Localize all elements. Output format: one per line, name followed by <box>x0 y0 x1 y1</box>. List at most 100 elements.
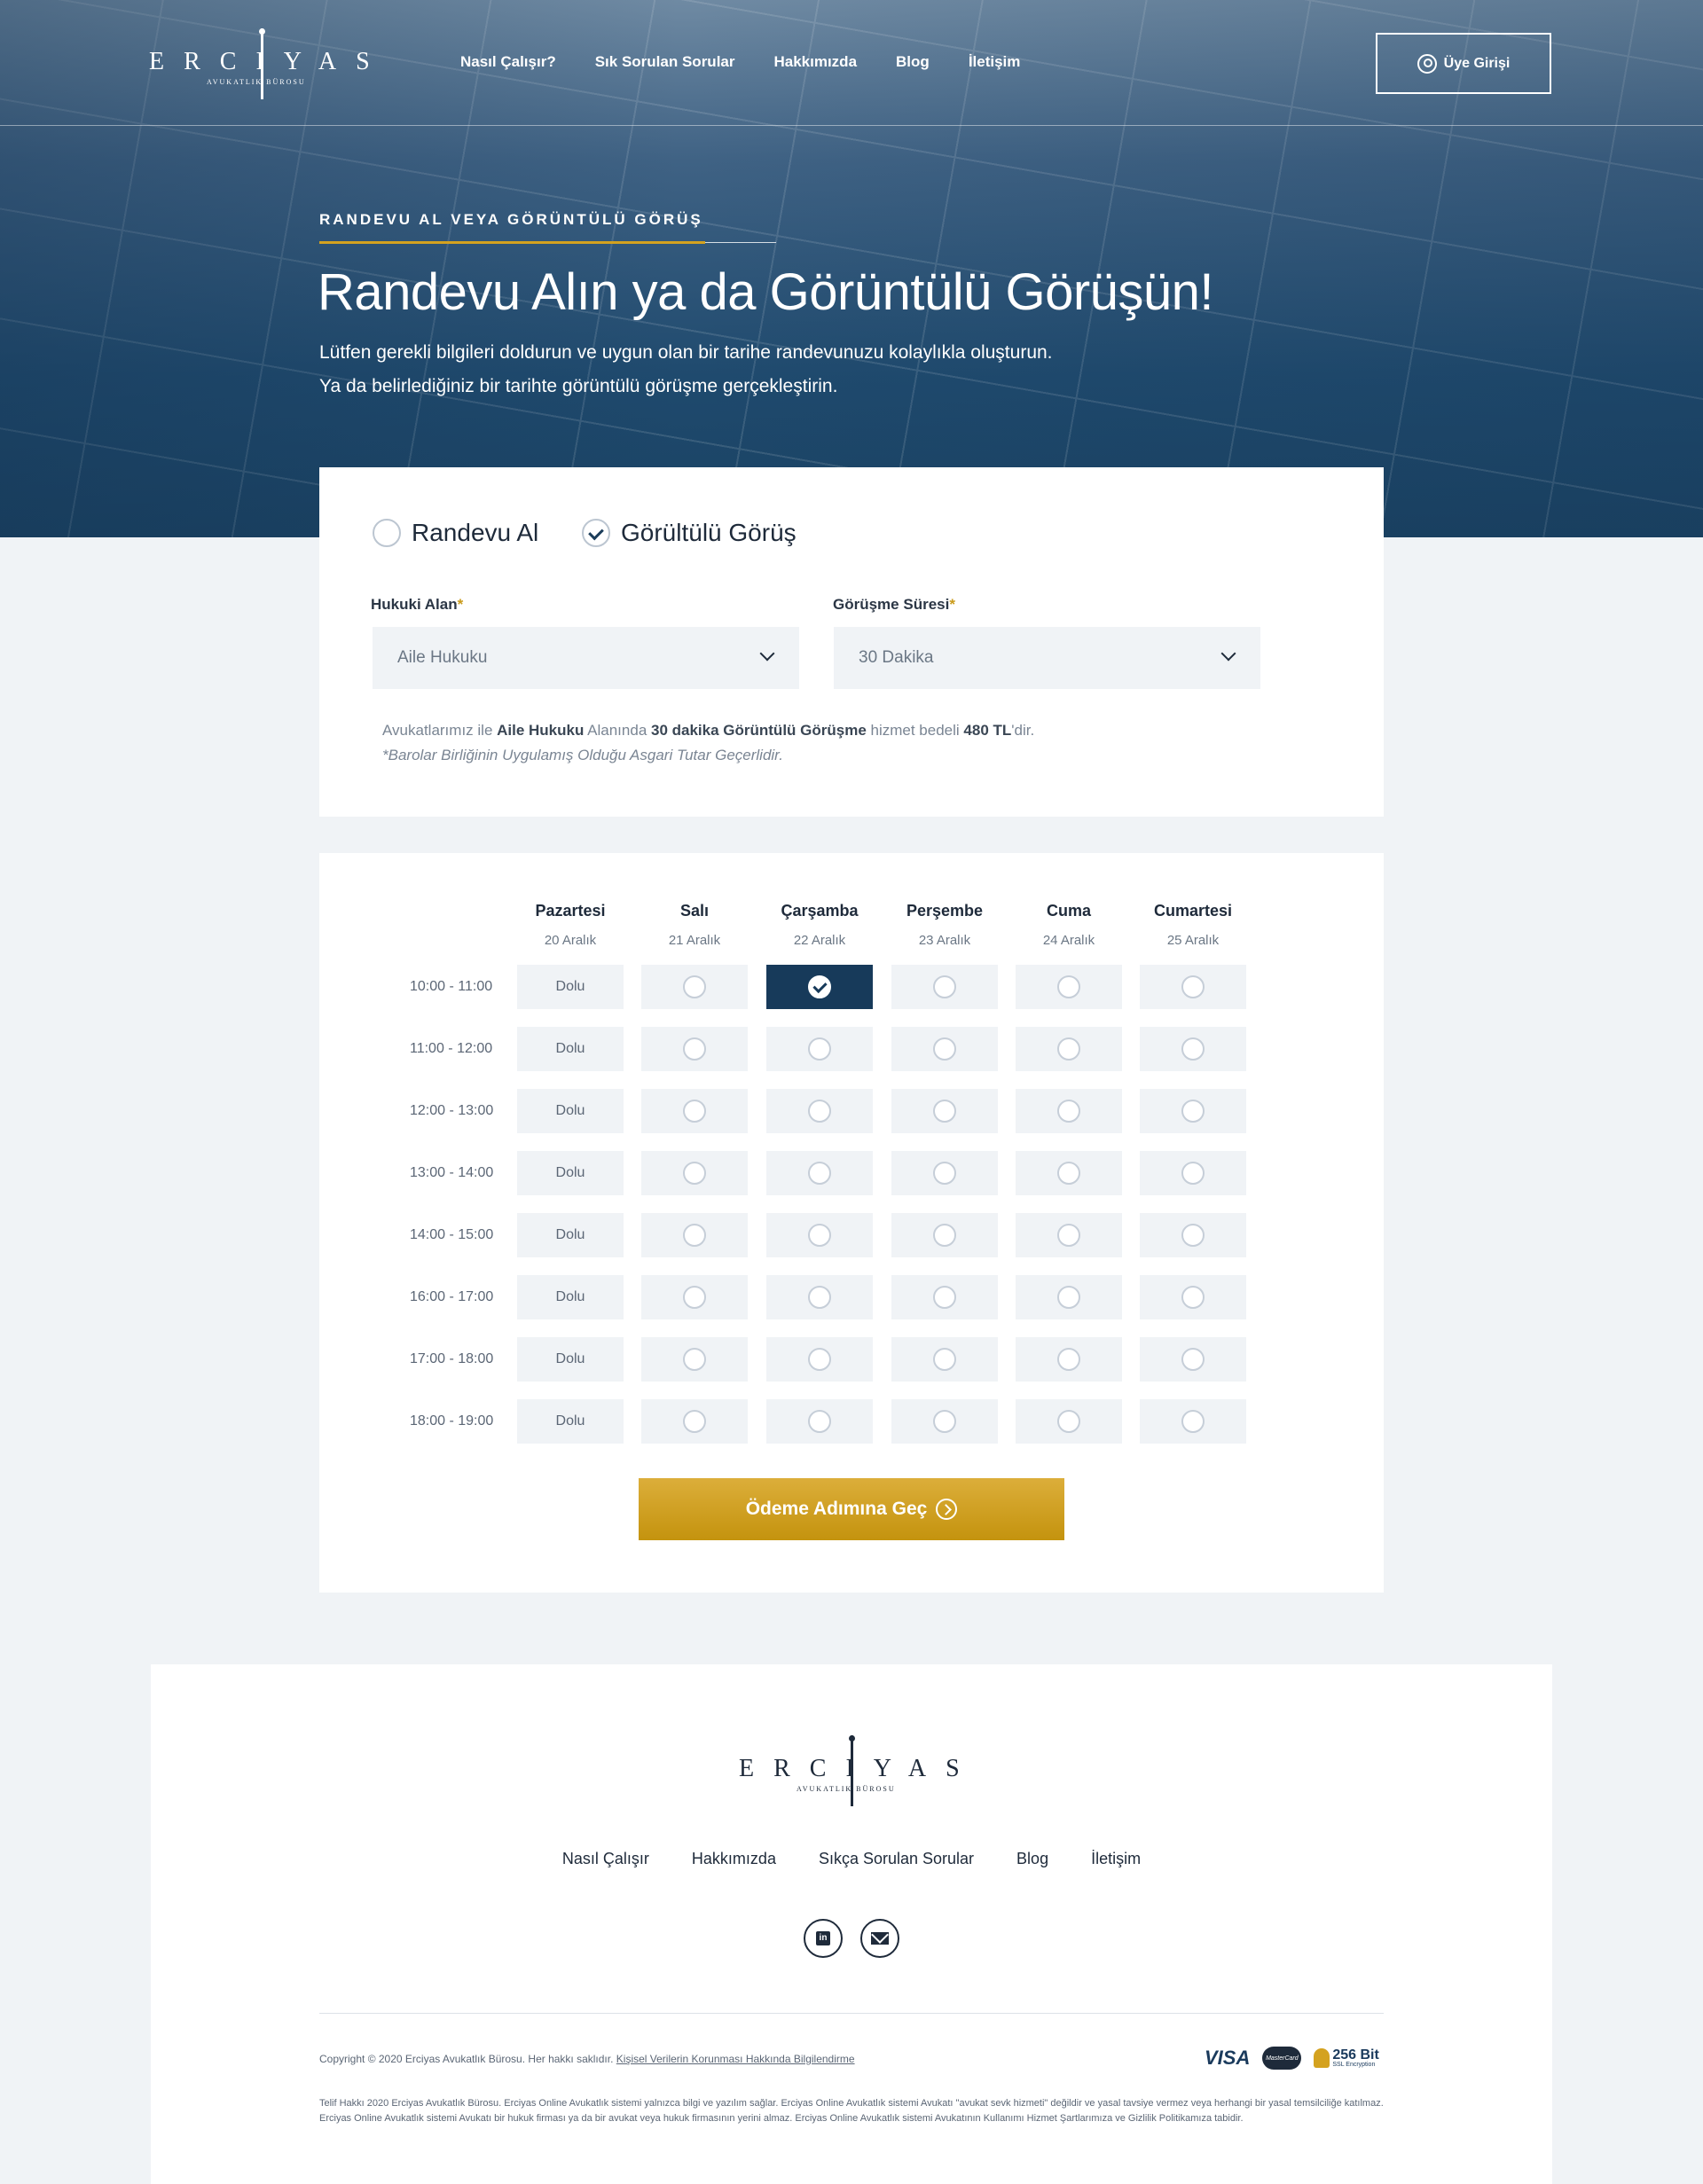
slot-available[interactable] <box>891 1027 998 1071</box>
slot-available[interactable] <box>766 1151 873 1195</box>
slot-full-label: Dolu <box>555 979 585 994</box>
duration-label: Görüşme Süresi* <box>833 596 955 613</box>
slot-available[interactable] <box>1140 1213 1246 1257</box>
time-slot-label: 17:00 - 18:00 <box>410 1351 494 1366</box>
duration-value: 30 Dakika <box>859 648 934 667</box>
radio-circle-icon <box>933 1348 956 1371</box>
nav-item-blog[interactable]: Blog <box>896 53 930 71</box>
radio-circle-icon <box>683 1037 706 1061</box>
logo-subtitle: AVUKATLIK BÜROSU <box>207 78 306 86</box>
day-header-date: 25 Aralık <box>1166 933 1220 948</box>
footer-logo-subtitle: AVUKATLIK BÜROSU <box>797 1785 896 1793</box>
logo[interactable]: ERCIYAS AVUKATLIK BÜROSU <box>149 28 380 99</box>
footer-link-faq[interactable]: Sıkça Sorulan Sorular <box>819 1850 974 1868</box>
time-slot-label: 13:00 - 14:00 <box>410 1165 494 1180</box>
slot-available[interactable] <box>766 1213 873 1257</box>
slot-available[interactable] <box>1140 965 1246 1009</box>
time-slot-label: 11:00 - 12:00 <box>410 1041 493 1056</box>
slot-selected[interactable] <box>766 965 873 1009</box>
slot-available[interactable] <box>1016 1337 1122 1382</box>
member-login-button[interactable]: Üye Girişi <box>1376 33 1551 94</box>
linkedin-button[interactable]: in <box>804 1919 843 1958</box>
footer-link-how-it-works[interactable]: Nasıl Çalışır <box>562 1850 649 1868</box>
slot-available[interactable] <box>891 1089 998 1133</box>
radio-circle-icon <box>1181 1348 1205 1371</box>
slot-full: Dolu <box>517 1027 624 1071</box>
radio-circle-icon <box>683 1410 706 1433</box>
slot-full-label: Dolu <box>555 1041 585 1056</box>
slot-available[interactable] <box>1016 1151 1122 1195</box>
slot-available[interactable] <box>1016 1089 1122 1133</box>
footer-link-about[interactable]: Hakkımızda <box>692 1850 776 1868</box>
nav-item-contact[interactable]: İletişim <box>969 53 1021 71</box>
nav-item-about[interactable]: Hakkımızda <box>773 53 857 71</box>
slot-full-label: Dolu <box>555 1103 585 1118</box>
payment-badges: VISA MasterCard 256 Bit SSL Encryption <box>1205 2047 1379 2070</box>
privacy-link[interactable]: Kişisel Verilerin Korunması Hakkında Bil… <box>616 2053 855 2065</box>
slot-available[interactable] <box>891 1275 998 1319</box>
slot-available[interactable] <box>641 1089 748 1133</box>
slot-available[interactable] <box>1016 965 1122 1009</box>
radio-circle-icon <box>933 1162 956 1185</box>
slot-available[interactable] <box>1140 1027 1246 1071</box>
footer: ERCIYAS AVUKATLIK BÜROSU Nasıl Çalışır H… <box>151 1664 1552 2184</box>
slot-available[interactable] <box>1016 1399 1122 1444</box>
slot-available[interactable] <box>891 1151 998 1195</box>
option-appointment[interactable]: Randevu Al <box>373 519 538 547</box>
slot-available[interactable] <box>641 1337 748 1382</box>
slot-available[interactable] <box>641 1027 748 1071</box>
radio-circle-icon <box>1181 1410 1205 1433</box>
slot-available[interactable] <box>766 1337 873 1382</box>
duration-select[interactable]: 30 Dakika <box>834 627 1260 689</box>
slot-available[interactable] <box>1140 1399 1246 1444</box>
slot-available[interactable] <box>1140 1151 1246 1195</box>
slot-available[interactable] <box>1140 1337 1246 1382</box>
option-video-call[interactable]: Görültülü Görüş <box>582 519 797 547</box>
user-icon <box>1417 53 1437 74</box>
slot-available[interactable] <box>1140 1275 1246 1319</box>
slot-available[interactable] <box>641 1275 748 1319</box>
slot-available[interactable] <box>1016 1275 1122 1319</box>
footer-link-blog[interactable]: Blog <box>1016 1850 1048 1868</box>
member-login-label: Üye Girişi <box>1443 55 1511 71</box>
nav-item-faq[interactable]: Sık Sorulan Sorular <box>595 53 735 71</box>
mail-button[interactable] <box>860 1919 899 1958</box>
slot-available[interactable] <box>766 1275 873 1319</box>
slot-available[interactable] <box>891 965 998 1009</box>
radio-circle-icon <box>1057 1410 1080 1433</box>
radio-circle-icon <box>683 1162 706 1185</box>
proceed-to-payment-button[interactable]: Ödeme Adımına Geç <box>639 1478 1064 1540</box>
legal-area-select[interactable]: Aile Hukuku <box>373 627 799 689</box>
slot-available[interactable] <box>891 1337 998 1382</box>
radio-circle-icon <box>808 1286 831 1309</box>
slot-available[interactable] <box>641 1399 748 1444</box>
slot-available[interactable] <box>1016 1027 1122 1071</box>
slot-available[interactable] <box>766 1399 873 1444</box>
radio-video-call[interactable] <box>582 519 610 547</box>
radio-appointment[interactable] <box>373 519 401 547</box>
radio-circle-icon <box>933 1100 956 1123</box>
radio-circle-icon <box>1181 1286 1205 1309</box>
arrow-right-circle-icon <box>936 1499 958 1520</box>
slot-available[interactable] <box>641 965 748 1009</box>
slot-available[interactable] <box>641 1213 748 1257</box>
footer-link-contact[interactable]: İletişim <box>1091 1850 1141 1868</box>
radio-circle-icon <box>1181 1100 1205 1123</box>
slot-available[interactable] <box>766 1027 873 1071</box>
day-header-date: 23 Aralık <box>918 933 971 948</box>
footer-logo[interactable]: ERCIYAS AVUKATLIK BÜROSU <box>739 1735 969 1806</box>
slot-available[interactable] <box>766 1089 873 1133</box>
slot-available[interactable] <box>641 1151 748 1195</box>
radio-circle-icon <box>1181 1224 1205 1247</box>
radio-circle-icon <box>1057 1224 1080 1247</box>
slot-available[interactable] <box>1016 1213 1122 1257</box>
radio-circle-icon <box>933 1224 956 1247</box>
radio-circle-icon <box>1057 1100 1080 1123</box>
chevron-down-icon <box>759 646 775 661</box>
price-info: Avukatlarımız ile Aile Hukuku Alanında 3… <box>382 722 1035 739</box>
slot-available[interactable] <box>891 1399 998 1444</box>
option-video-call-label: Görültülü Görüş <box>621 519 797 546</box>
nav-item-how-it-works[interactable]: Nasıl Çalışır? <box>460 53 556 71</box>
slot-available[interactable] <box>1140 1089 1246 1133</box>
slot-available[interactable] <box>891 1213 998 1257</box>
